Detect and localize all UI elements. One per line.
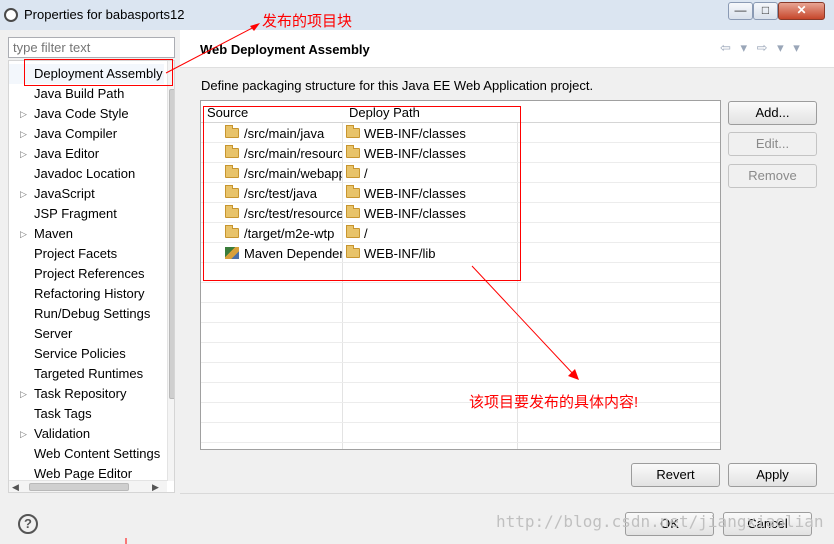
watermark: http://blog.csdn.net/jiangxiaolian [496, 512, 824, 531]
properties-dialog: Properties for babasports12 — □ ✕ Deploy… [0, 0, 834, 544]
annotation-arrows [125, 23, 579, 544]
